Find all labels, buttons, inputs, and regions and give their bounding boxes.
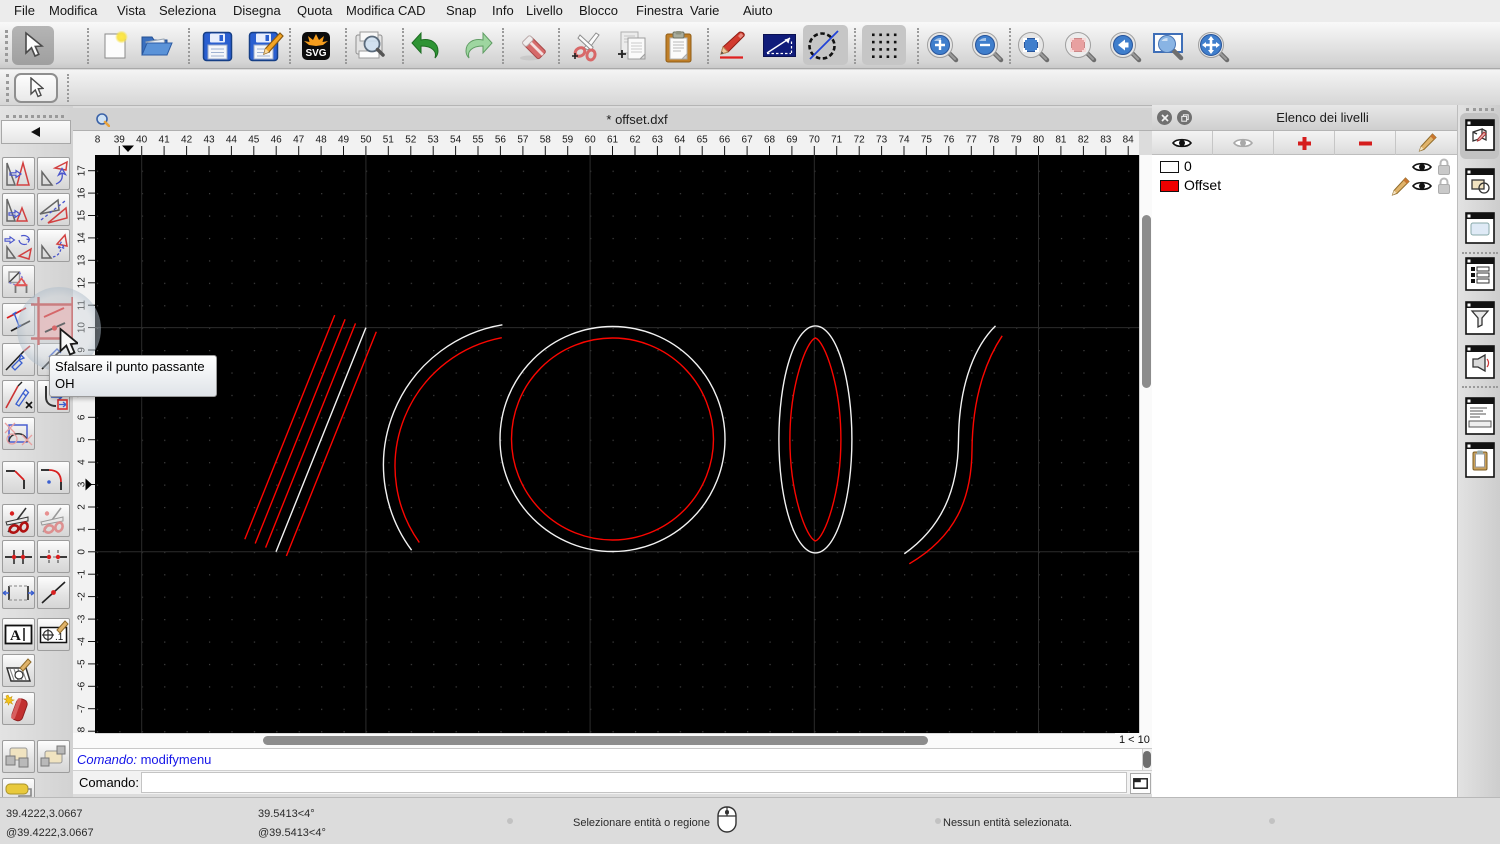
svg-text:60: 60 [585,135,597,146]
svg-text:48: 48 [316,135,328,146]
svg-text:.1: .1 [55,632,64,643]
svg-text:43: 43 [203,135,215,146]
svg-text:78: 78 [988,135,1000,146]
svg-text:52: 52 [405,135,417,146]
svg-text:45: 45 [248,135,260,146]
svg-text:6: 6 [77,414,88,420]
svg-text:8: 8 [95,135,101,146]
svg-text:0: 0 [77,549,88,555]
svg-text:40: 40 [136,135,148,146]
svg-text:42: 42 [181,135,193,146]
svg-text:69: 69 [786,135,798,146]
svg-text:1: 1 [77,526,88,532]
svg-text:12: 12 [77,277,88,289]
svg-text:67: 67 [742,135,754,146]
svg-text:5: 5 [77,436,88,442]
svg-text:64: 64 [674,135,686,146]
svg-text:54: 54 [450,135,462,146]
svg-text:14: 14 [77,232,88,244]
svg-text:66: 66 [719,135,731,146]
svg-text:-6: -6 [77,681,88,690]
svg-text:46: 46 [271,135,283,146]
svg-text:-5: -5 [77,659,88,668]
svg-text:72: 72 [854,135,866,146]
svg-text:57: 57 [517,135,529,146]
svg-text:61: 61 [607,135,619,146]
svg-text:56: 56 [495,135,507,146]
svg-text:70: 70 [809,135,821,146]
svg-text:A: A [10,628,21,644]
svg-text:77: 77 [966,135,978,146]
svg-text:50: 50 [360,135,372,146]
svg-text:82: 82 [1078,135,1090,146]
svg-text:75: 75 [921,135,933,146]
svg-text:47: 47 [293,135,305,146]
svg-text:-7: -7 [77,704,88,713]
svg-text:39: 39 [114,135,126,146]
svg-text:44: 44 [226,135,238,146]
svg-text:71: 71 [831,135,843,146]
svg-text:-3: -3 [77,614,88,623]
svg-text:4: 4 [77,459,88,465]
svg-text:55: 55 [472,135,484,146]
svg-text:17: 17 [77,165,88,177]
svg-text:15: 15 [77,210,88,222]
svg-text:16: 16 [77,187,88,199]
svg-text:68: 68 [764,135,776,146]
svg-text:2: 2 [77,504,88,510]
svg-text:79: 79 [1011,135,1023,146]
svg-text:59: 59 [562,135,574,146]
svg-text:58: 58 [540,135,552,146]
svg-text:73: 73 [876,135,888,146]
svg-text:-1: -1 [77,569,88,578]
svg-text:-4: -4 [77,637,88,646]
svg-text:80: 80 [1033,135,1045,146]
svg-text:49: 49 [338,135,350,146]
svg-text:74: 74 [898,135,910,146]
svg-text:-2: -2 [77,592,88,601]
svg-text:63: 63 [652,135,664,146]
svg-text:62: 62 [629,135,641,146]
svg-text:83: 83 [1100,135,1112,146]
svg-text:41: 41 [159,135,171,146]
svg-text:13: 13 [77,254,88,266]
svg-text:51: 51 [383,135,395,146]
svg-text:81: 81 [1055,135,1067,146]
svg-text:76: 76 [943,135,955,146]
svg-text:-8: -8 [77,726,88,733]
svg-text:84: 84 [1123,135,1135,146]
svg-text:53: 53 [428,135,440,146]
svg-text:SVG: SVG [305,48,326,59]
svg-text:65: 65 [697,135,709,146]
